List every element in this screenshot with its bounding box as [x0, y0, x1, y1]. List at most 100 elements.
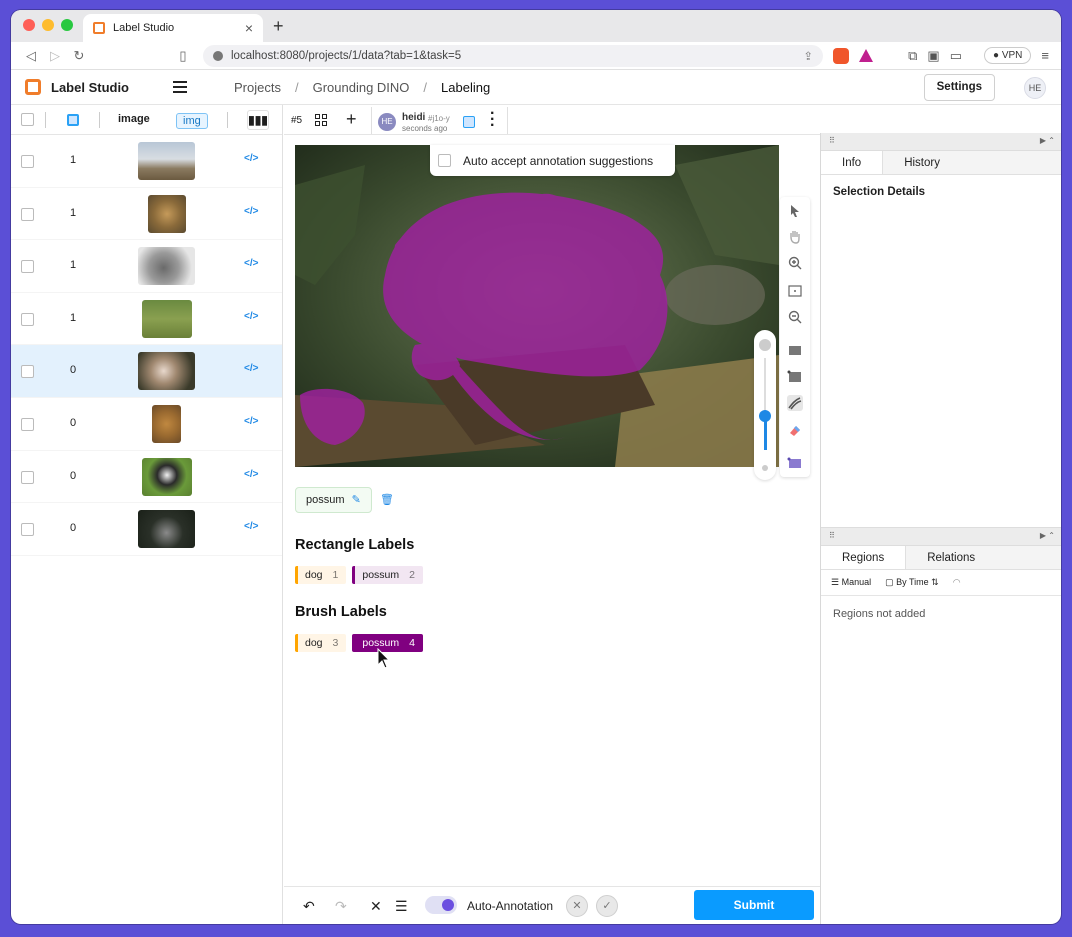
code-icon[interactable]: </>: [244, 153, 258, 164]
select-pointer-icon[interactable]: [787, 203, 803, 219]
row-checkbox[interactable]: [21, 470, 34, 484]
menu-hamburger-icon[interactable]: [173, 78, 187, 96]
wallet-icon[interactable]: ▭: [950, 48, 962, 64]
panel-controls-icon[interactable]: ▶ ⌃: [1040, 136, 1055, 145]
code-icon[interactable]: </>: [244, 258, 258, 269]
panel-controls-icon[interactable]: ▶ ⌃: [1040, 531, 1055, 540]
auto-accept-suggestions[interactable]: Auto accept annotation suggestions: [430, 145, 675, 176]
row-checkbox[interactable]: [21, 417, 34, 431]
table-row[interactable]: 0 </>: [11, 503, 282, 556]
code-icon[interactable]: </>: [244, 416, 258, 427]
code-icon[interactable]: </>: [244, 363, 258, 374]
address-bar[interactable]: localhost:8080/projects/1/data?tab=1&tas…: [203, 44, 823, 67]
rectangle-3point-tool-icon[interactable]: [787, 369, 803, 385]
brand[interactable]: Label Studio: [11, 78, 206, 96]
breadcrumb-projects[interactable]: Projects: [234, 80, 281, 95]
table-row[interactable]: 1 </>: [11, 135, 282, 188]
settings-button[interactable]: Settings: [923, 74, 995, 101]
image-column-header[interactable]: image: [118, 113, 150, 125]
select-all-checkbox[interactable]: [21, 113, 34, 126]
auto-accept-checkbox[interactable]: [438, 154, 451, 167]
eraser-tool-icon[interactable]: [787, 422, 803, 438]
table-row[interactable]: 1 </>: [11, 240, 282, 293]
magic-wand-tool-icon[interactable]: [787, 455, 803, 471]
manual-order-button[interactable]: ☰ Manual: [831, 577, 871, 588]
extensions-icon[interactable]: ⧉: [908, 48, 917, 64]
sidebar-toggle-icon[interactable]: ▣: [927, 48, 939, 64]
grid-view-icon[interactable]: [315, 114, 327, 126]
forward-icon[interactable]: ▷: [43, 48, 67, 64]
breadcrumb-project[interactable]: Grounding DINO: [313, 80, 410, 95]
table-row[interactable]: 1 </>: [11, 188, 282, 241]
accept-suggestions-button[interactable]: ✓: [596, 895, 618, 917]
row-checkbox[interactable]: [21, 207, 34, 221]
table-row[interactable]: 0 </>: [11, 398, 282, 451]
tab-history[interactable]: History: [883, 151, 961, 174]
undo-icon[interactable]: ↶: [303, 898, 315, 915]
auto-annotation-toggle[interactable]: [425, 896, 457, 914]
code-icon[interactable]: </>: [244, 469, 258, 480]
minimize-window-button[interactable]: [42, 19, 54, 31]
reject-suggestions-button[interactable]: ✕: [566, 895, 588, 917]
submit-button[interactable]: Submit: [694, 890, 814, 920]
maximize-window-button[interactable]: [61, 19, 73, 31]
code-icon[interactable]: </>: [244, 206, 258, 217]
zoom-in-icon[interactable]: [787, 255, 803, 271]
annotation-tab[interactable]: HE heidi #j1o-y seconds ago · · ·: [371, 106, 508, 134]
new-tab-button[interactable]: +: [273, 16, 284, 37]
sort-by-time-button[interactable]: ▢ By Time ⇅: [885, 577, 939, 588]
pan-hand-icon[interactable]: [787, 229, 803, 245]
rectangle-label-dog[interactable]: dog 1: [295, 566, 347, 584]
user-avatar[interactable]: HE: [1024, 77, 1046, 99]
delete-region-icon[interactable]: 🗑: [380, 493, 394, 506]
brave-shields-icon[interactable]: [833, 47, 849, 64]
redo-icon[interactable]: ↷: [335, 898, 347, 915]
annotation-image[interactable]: [295, 145, 779, 467]
table-row-selected[interactable]: 0 </>: [11, 345, 282, 398]
code-icon[interactable]: </>: [244, 311, 258, 322]
possum-photo-canvas[interactable]: [295, 145, 779, 467]
add-annotation-button[interactable]: +: [346, 109, 357, 130]
row-checkbox[interactable]: [21, 155, 34, 168]
row-checkbox[interactable]: [21, 312, 34, 326]
settings-sliders-icon[interactable]: ☰: [395, 898, 408, 915]
vpn-button[interactable]: ● VPN: [984, 47, 1032, 64]
zoom-out-icon[interactable]: [787, 309, 803, 325]
visibility-toggle-icon[interactable]: ◠: [953, 577, 961, 588]
id-column-icon[interactable]: [67, 114, 79, 126]
tab-regions[interactable]: Regions: [821, 546, 907, 569]
tab-info[interactable]: Info: [821, 151, 884, 174]
code-icon[interactable]: </>: [244, 521, 258, 532]
browser-menu-icon[interactable]: ≡: [1041, 48, 1049, 63]
drag-handle-icon[interactable]: ⠿: [829, 531, 835, 540]
brush-tool-icon[interactable]: [787, 395, 803, 411]
reset-icon[interactable]: ✕: [370, 898, 382, 915]
browser-tab[interactable]: Label Studio ×: [83, 14, 263, 42]
edit-pencil-icon[interactable]: ✎: [352, 494, 361, 506]
rectangle-tool-icon[interactable]: [787, 342, 803, 358]
share-icon[interactable]: ⇪: [803, 49, 813, 63]
row-checkbox[interactable]: [21, 365, 34, 379]
brush-label-dog[interactable]: dog 3: [295, 634, 347, 652]
columns-toggle-button[interactable]: ▮▮▮: [247, 110, 269, 130]
prediction-icon[interactable]: [463, 116, 475, 128]
site-info-icon[interactable]: [213, 50, 223, 61]
fit-to-screen-icon[interactable]: [787, 283, 803, 299]
back-icon[interactable]: ◁: [19, 48, 43, 64]
tab-relations[interactable]: Relations: [906, 546, 996, 569]
table-row[interactable]: 1 </>: [11, 293, 282, 346]
close-window-button[interactable]: [23, 19, 35, 31]
selected-region-chip[interactable]: possum ✎: [295, 487, 372, 513]
row-checkbox[interactable]: [21, 260, 34, 274]
table-row[interactable]: 0 </>: [11, 451, 282, 504]
bookmark-icon[interactable]: ▯: [171, 48, 195, 64]
close-tab-icon[interactable]: ×: [245, 20, 253, 36]
row-checkbox[interactable]: [21, 523, 34, 537]
more-options-icon[interactable]: · · ·: [490, 106, 496, 134]
brave-rewards-icon[interactable]: [859, 49, 873, 62]
drag-handle-icon[interactable]: ⠿: [829, 136, 835, 145]
slider-handle[interactable]: [759, 410, 771, 422]
brush-size-slider[interactable]: [754, 330, 776, 480]
rectangle-label-possum[interactable]: possum 2: [352, 566, 423, 584]
reload-icon[interactable]: ↻: [67, 48, 91, 64]
